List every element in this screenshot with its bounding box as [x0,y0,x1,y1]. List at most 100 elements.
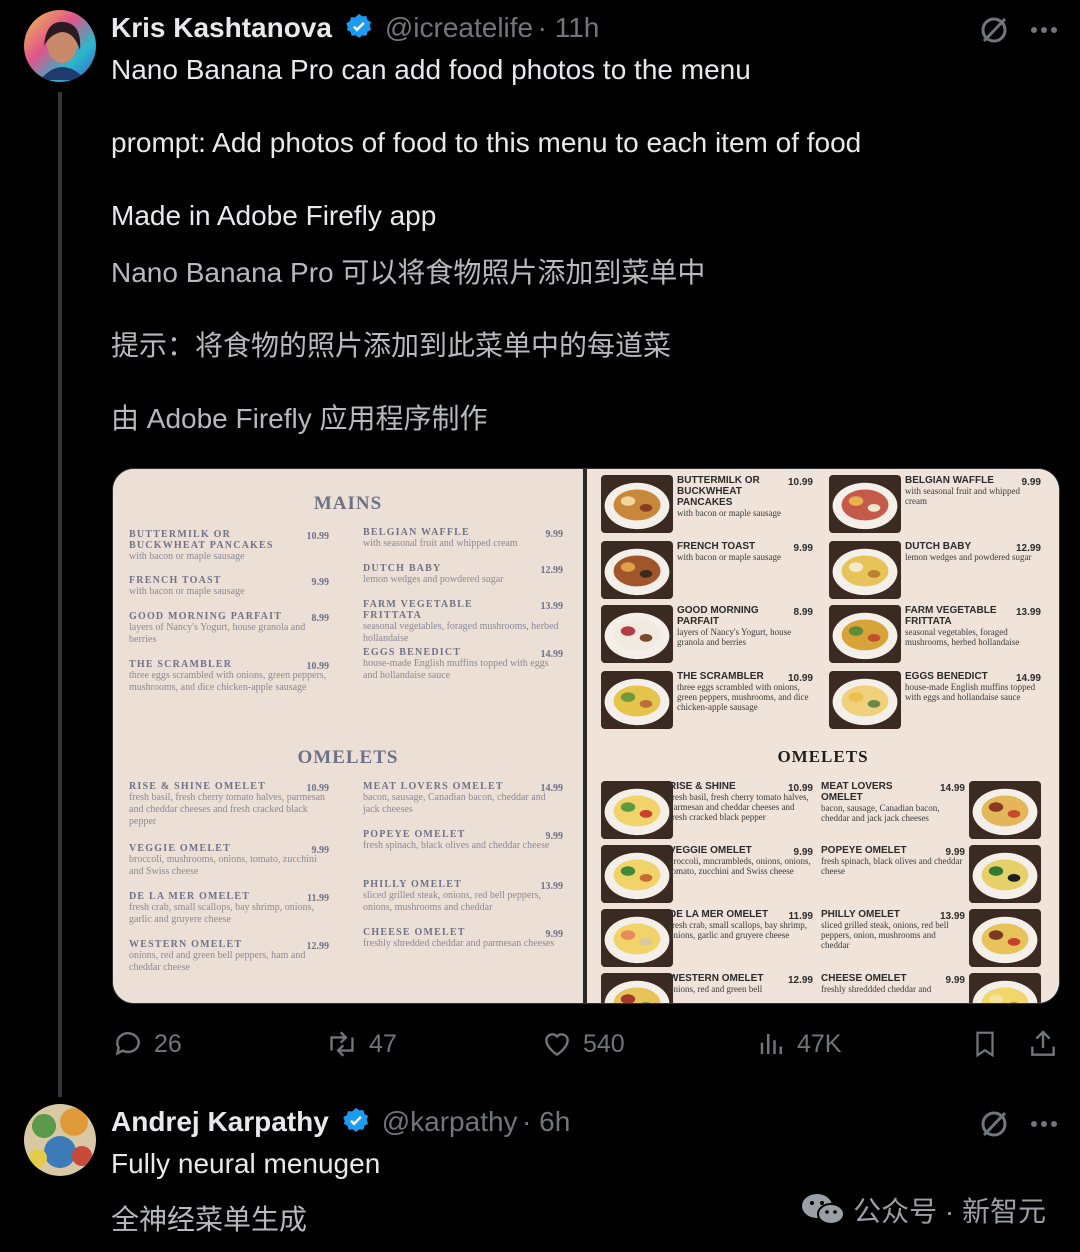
menu-omelets-title: OMELETS [297,747,399,768]
menu-item-description: layers of Nancy's Yogurt, house granola … [129,622,306,645]
menu-item-description: with seasonal fruit and whipped cream [905,486,1020,506]
menu-item-name: PHILLY OMELET [363,879,463,890]
more-options-icon[interactable] [1028,1108,1060,1145]
menu-item-name: FARM VEGETABLE FRITTATA [363,599,473,621]
omelet-photo [969,781,1041,839]
menu-item-description: sliced grilled steak, onions, red bell p… [821,920,949,950]
menu-item-name: RISE & SHINE [669,781,736,792]
menu-item-price: 11.99 [307,893,329,904]
menu-item-description: broccoli, mncrambleds, onions, onions, t… [669,856,811,876]
repost-button[interactable]: 47 [325,1028,397,1060]
menu-mains-item: EGGS BENEDICT 14.99 house-made English muf… [363,647,563,682]
repost-icon [330,1031,354,1057]
post1-translation-line-1: Nano Banana Pro 可以将食物照片添加到菜单中 [111,257,706,288]
menu-item-description: sliced grilled steak, onions, red bell p… [363,890,542,913]
menu-photo-omelets-item: VEGGIE OMELET 9.99 broccoli, mncrambleds, … [669,845,813,876]
media-image-card[interactable]: MAINS OMELETS BUTTERMILK OR BUCKWHEAT PA… [112,468,1060,1004]
menu-item-name: CHEESE OMELET [363,927,466,938]
author-handle-2[interactable]: @karpathy [382,1106,518,1137]
omelet-photo [601,909,673,967]
bookmark-button[interactable] [970,1028,1000,1065]
food-photo [601,671,673,729]
menu-item-description: onions, red and green bell peppers, ham … [129,950,306,973]
menu-item-price: 12.99 [787,975,813,986]
menu-item-price: 9.99 [545,529,564,540]
post1-text-line-3: Made in Adobe Firefly app [111,200,437,231]
menu-item-price: 12.99 [1015,543,1041,554]
menu-item-description: lemon wedges and powdered sugar [363,574,504,585]
menu-item-price: 11.99 [788,911,813,922]
menu-mains-item: FARM VEGETABLE FRITTATA 13.99 seasonal veg… [363,599,563,645]
view-count: 47K [797,1029,842,1058]
food-photo [829,605,901,663]
menu-item-name: THE SCRAMBLER [677,671,764,682]
menu-item-name: GOOD MORNING PARFAIT [677,605,759,627]
menu-item-price: 9.99 [311,845,330,856]
menu-item-description: house-made English muffins topped with e… [905,682,1036,702]
menu-item-name: POPEYE OMELET [821,845,907,856]
analytics-icon [760,1034,782,1054]
verified-badge-icon [346,13,372,38]
menu-photo-omelets-item: DE LA MER OMELET 11.99 fresh crab, small s… [669,909,813,940]
menu-item-description: layers of Nancy's Yogurt, house granola … [677,627,792,647]
menu-item-description: fresh basil, fresh cherry tomato halves,… [129,792,326,827]
menu-item-price: 13.99 [1015,607,1041,618]
menu-photo-omelets-item: WESTERN OMELET 12.99 onions, red and green… [669,973,813,994]
menu-omelets-item: DE LA MER OMELET 11.99 fresh crab, small s… [129,891,329,926]
menu-item-price: 9.99 [945,847,965,858]
menu-mains-title: MAINS [313,493,383,514]
menu-item-name: DUTCH BABY [905,541,972,552]
menu-item-description: fresh crab, small scallops, bay shrimp, … [669,920,807,940]
author-name[interactable]: Kris Kashtanova [111,12,332,43]
reply-button[interactable]: 26 [112,1028,182,1060]
menu-mains-item: GOOD MORNING PARFAIT 8.99 layers of Nancy'… [129,611,329,646]
menu-item-name: CHEESE OMELET [821,973,907,984]
menu-item-name: FARM VEGETABLE FRITTATA [905,605,997,627]
grok-icon[interactable] [978,14,1010,51]
avatar-karpathy[interactable] [24,1104,96,1176]
food-photo [601,605,673,663]
omelet-photo [969,909,1041,967]
menu-omelets-item: RISE & SHINE OMELET 10.99 fresh basil, fre… [129,781,329,828]
avatar-kris[interactable] [24,10,96,82]
post2-translation: 全神经菜单生成 [111,1204,308,1235]
menu-item-description: with seasonal fruit and whipped cream [363,538,518,549]
author-name-2[interactable]: Andrej Karpathy [111,1106,329,1137]
menu-item-name: WESTERN OMELET [669,973,764,984]
menu-photo-omelets-item: RISE & SHINE 10.99 fresh basil, fresh cher… [669,781,813,822]
menu-item-description: fresh spinach, black olives and cheddar … [821,856,963,876]
menu-item-description: freshly shredded cheddar and parmesan ch… [363,938,555,949]
omelet-photo [601,973,673,1003]
menu-mains-item: FRENCH TOAST 9.99 with bacon or maple saus… [129,575,329,598]
menu-mains-item: THE SCRAMBLER 10.99 three eggs scrambled w… [129,659,329,694]
views-button[interactable]: 47K [757,1028,841,1060]
menu-photo-mains-item: GOOD MORNING PARFAIT 8.99 layers of Nancy'… [677,605,813,647]
thread-connector-line [58,92,62,1097]
menu-item-description: house-made English muffins topped with e… [363,658,549,681]
post-time[interactable]: · 11h [538,12,600,43]
menu-photo-mains-item: BUTTERMILK OR BUCKWHEAT PANCAKES 10.99 wit… [677,475,813,518]
menu-item-price: 9.99 [545,929,564,940]
menu-item-description: broccoli, mushrooms, onions, tomato, zuc… [129,854,317,877]
menu-item-price: 9.99 [1021,477,1041,488]
menu-item-price: 12.99 [306,941,330,952]
menu-item-price: 13.99 [540,601,564,612]
wechat-icon [802,1194,846,1225]
menu-photo-mains-item: FRENCH TOAST 9.99 with bacon or maple saus… [677,541,813,562]
post1-header: Kris Kashtanova @icreatelife · 11h [111,12,599,44]
menu-item-name: BELGIAN WAFFLE [363,527,470,538]
more-options-icon[interactable] [1028,14,1060,51]
like-button[interactable]: 540 [541,1028,625,1060]
author-handle[interactable]: @icreatelife [385,12,533,43]
menu-item-name: DE LA MER OMELET [669,909,769,920]
menu-item-name: EGGS BENEDICT [905,671,988,682]
menu-item-price: 10.99 [787,477,813,488]
share-icon [1031,1030,1055,1056]
food-photo [829,671,901,729]
menu-photo-omelets-item: CHEESE OMELET 9.99 freshly shreddded chedd… [821,973,965,994]
share-button[interactable] [1027,1028,1059,1065]
menu-photo-mains-item: FARM VEGETABLE FRITTATA 13.99 seasonal veg… [905,605,1041,647]
menu-item-price: 10.99 [306,783,330,794]
grok-icon[interactable] [978,1108,1010,1145]
post-time-2[interactable]: · 6h [522,1106,570,1137]
